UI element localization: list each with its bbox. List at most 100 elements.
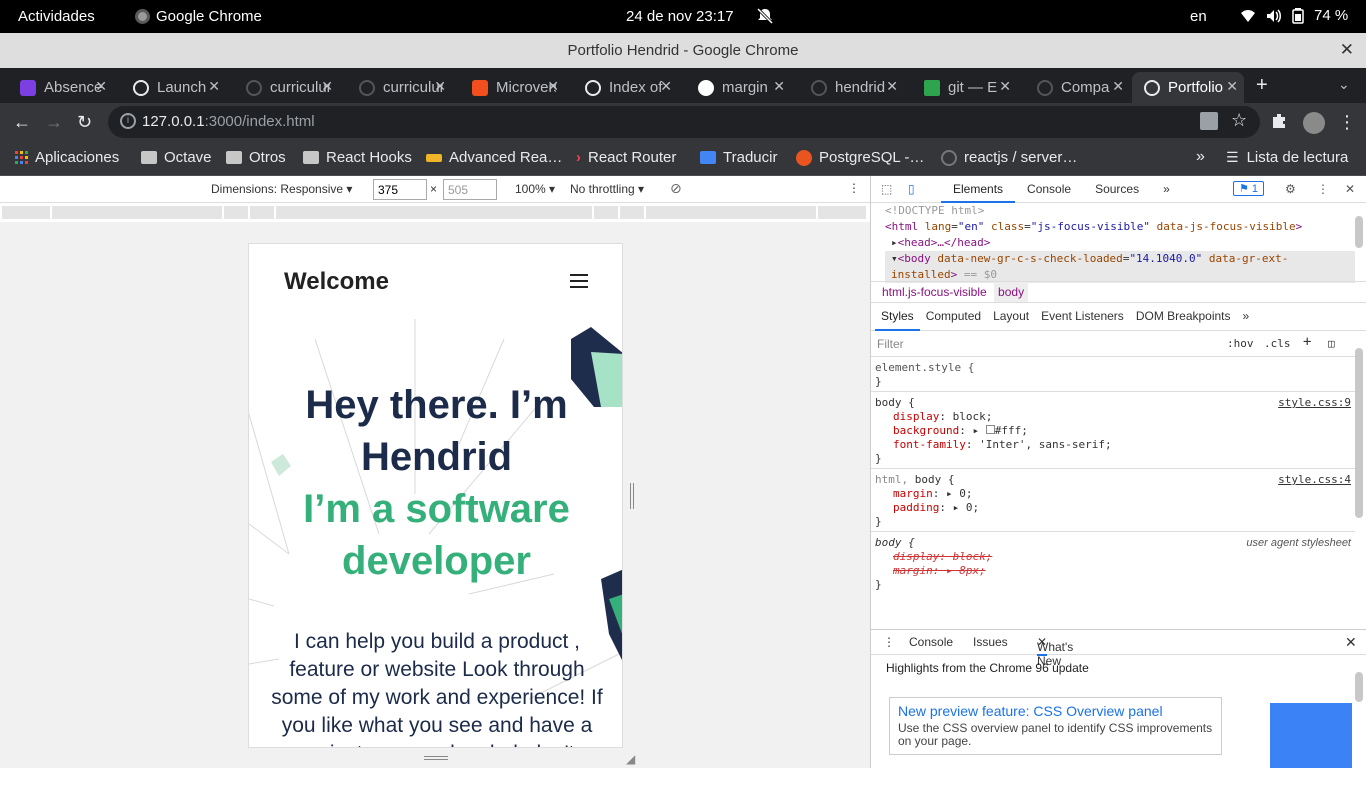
rule-source-link[interactable]: style.css:9 [1278,396,1351,410]
viewport-width-input[interactable] [373,179,427,200]
drawer-tab-issues[interactable]: Issues [973,635,1008,649]
new-tab-button[interactable]: + [1256,74,1268,97]
url-text[interactable]: 127.0.0.1:3000/index.html [142,113,315,130]
browser-tab[interactable]: hendrid ✕ [791,72,904,103]
bookmark-link[interactable]: reactjs / server… [941,149,1077,166]
css-property[interactable]: font-family: 'Inter', sans-serif; [875,438,1351,452]
css-property[interactable]: padding: ▸ 0; [875,501,1351,515]
tab-console[interactable]: Console [1015,176,1083,203]
tab-styles[interactable]: Styles [875,303,920,331]
extensions-icon[interactable] [1270,112,1288,130]
zoom-dropdown[interactable]: 100% ▾ [515,182,555,196]
reading-list-button[interactable]: ☰ Lista de lectura [1226,149,1348,166]
more-bookmarks-icon[interactable]: » [1196,148,1205,166]
bookmark-link[interactable]: PostgreSQL -… [796,149,924,166]
tab-close-icon[interactable]: ✕ [886,78,898,95]
bookmark-folder[interactable]: Octave [141,149,212,166]
new-rule-icon[interactable]: + [1303,334,1311,350]
whats-new-scrollbar[interactable] [1355,672,1363,702]
notifications-muted-icon[interactable] [756,7,774,25]
reload-button[interactable]: ↻ [77,112,92,133]
browser-tab[interactable]: Absence ✕ [0,72,113,103]
system-status[interactable]: 74 % [1240,7,1348,24]
tab-sources[interactable]: Sources [1083,176,1151,203]
clock[interactable]: 24 de nov 23:17 [626,8,734,25]
activities-button[interactable]: Actividades [18,8,95,25]
class-toggle[interactable]: .cls [1264,337,1291,350]
tab-event-listeners[interactable]: Event Listeners [1035,303,1130,331]
bookmark-link[interactable]: › React Router [576,149,676,166]
rule-element-style[interactable]: element.style { } [871,357,1355,392]
inspect-element-icon[interactable]: ⬚ [881,182,892,196]
dom-html-node[interactable]: <html lang="en" class="js-focus-visible"… [885,219,1355,235]
browser-tab-active[interactable]: Portfolio ✕ [1132,72,1244,103]
more-tabs-icon[interactable]: » [1151,176,1182,203]
tab-layout[interactable]: Layout [987,303,1035,331]
toggle-sidebar-icon[interactable]: ◫ [1328,337,1335,350]
tab-close-icon[interactable]: ✕ [773,78,785,95]
styles-filter-input[interactable]: Filter [877,337,904,351]
tab-dom-breakpoints[interactable]: DOM Breakpoints [1130,303,1237,331]
tab-close-icon[interactable]: ✕ [434,78,446,95]
breadcrumb-html[interactable]: html.js-focus-visible [878,282,991,302]
viewport-height-input[interactable] [443,179,497,200]
hover-state-toggle[interactable]: :hov [1227,337,1254,350]
viewport-width-resize-handle[interactable] [630,483,634,509]
back-button[interactable]: ← [13,112,31,133]
hamburger-menu-icon[interactable] [570,274,588,288]
issues-badge[interactable]: ⚑ 1 [1233,181,1265,196]
media-query-ruler[interactable] [0,203,870,222]
tab-search-icon[interactable]: ⌄ [1338,76,1350,93]
rotate-icon[interactable]: ⊘ [670,180,682,197]
tab-close-icon[interactable]: ✕ [547,78,559,95]
css-property-overridden[interactable]: display: block; [875,550,1351,564]
translate-icon[interactable] [1200,112,1218,130]
browser-tab[interactable]: Microverse✕ [452,72,565,103]
color-swatch-icon[interactable] [985,425,995,434]
drawer-tab-whats-new[interactable]: What's New ✕ [1037,635,1073,668]
dimensions-dropdown[interactable]: Dimensions: Responsive ▾ [211,182,352,196]
bookmark-link[interactable]: Traducir [700,149,777,166]
site-logo[interactable]: Welcome [284,268,389,296]
rule-source-link[interactable]: style.css:4 [1278,473,1351,487]
tab-close-icon[interactable]: ✕ [1226,78,1238,95]
bookmark-folder[interactable]: React Hooks [303,149,412,166]
css-property[interactable]: background: ▸ #fff; [875,424,1351,438]
device-toolbar-menu-icon[interactable]: ⋮ [848,181,860,195]
whats-new-card-title[interactable]: New preview feature: CSS Overview panel [898,703,1213,719]
tab-computed[interactable]: Computed [920,303,987,331]
drawer-menu-icon[interactable]: ⋮ [883,635,895,649]
browser-tab[interactable]: Index of ✕ [565,72,678,103]
tab-close-icon[interactable]: ✕ [95,78,107,95]
dom-scrollbar[interactable] [1355,216,1363,248]
chrome-menu-icon[interactable]: ⋮ [1338,112,1356,133]
rule-body-user-agent[interactable]: body { user agent stylesheet display: bl… [871,532,1355,594]
css-property[interactable]: margin: ▸ 0; [875,487,1351,501]
whats-new-card[interactable]: New preview feature: CSS Overview panel … [889,697,1222,755]
bookmark-apps[interactable]: Aplicaciones [15,149,119,166]
forward-button[interactable]: → [45,112,63,133]
tab-close-icon[interactable]: ✕ [1112,78,1124,95]
dom-body-node-selected[interactable]: ▾<body data-new-gr-c-s-check-loaded="14.… [885,251,1355,283]
keyboard-layout[interactable]: en [1190,8,1207,25]
drawer-tab-console[interactable]: Console [909,635,953,649]
css-property-overridden[interactable]: margin: ▸ 8px; [875,564,1351,578]
bookmark-link[interactable]: Advanced Rea… [426,149,562,166]
tab-close-icon[interactable]: ✕ [321,78,333,95]
rule-html-body-style-css-4[interactable]: html, body { style.css:4 margin: ▸ 0; pa… [871,469,1355,532]
more-subtabs-icon[interactable]: » [1237,303,1256,331]
tab-close-icon[interactable]: ✕ [999,78,1011,95]
settings-gear-icon[interactable]: ⚙ [1285,182,1296,196]
window-close-button[interactable]: ✕ [1340,40,1354,60]
styles-scrollbar[interactable] [1355,348,1363,518]
breadcrumb-body[interactable]: body [994,282,1029,302]
browser-tab[interactable]: curriculum✕ [226,72,339,103]
viewport-corner-resize-handle[interactable]: ◢ [626,752,635,766]
browser-tab[interactable]: git — E ✕ [904,72,1017,103]
dom-doctype[interactable]: <!DOCTYPE html> [885,203,1355,219]
browser-tab[interactable]: margin ✕ [678,72,791,103]
tab-elements[interactable]: Elements [941,176,1016,203]
drawer-close-icon[interactable]: ✕ [1345,634,1357,651]
browser-tab[interactable]: Launch ✕ [113,72,226,103]
throttling-dropdown[interactable]: No throttling ▾ [570,182,644,196]
